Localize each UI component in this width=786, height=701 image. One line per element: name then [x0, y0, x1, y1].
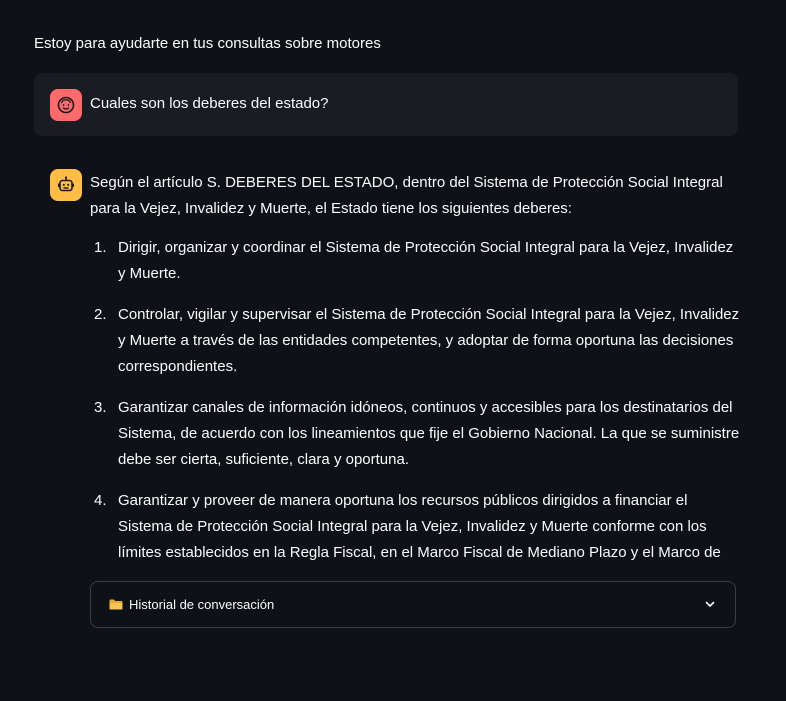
list-item-number: 1. [94, 239, 107, 256]
folder-icon [109, 599, 123, 610]
conversation-history-expander[interactable]: Historial de conversación [90, 581, 736, 628]
list-item: 4. Garantizar y proveer de manera oportu… [90, 488, 740, 566]
face-icon [50, 89, 82, 121]
list-item: 2. Controlar, vigilar y supervisar el Si… [90, 302, 740, 380]
list-item: 3. Garantizar canales de información idó… [90, 395, 740, 473]
expander-label: Historial de conversación [129, 597, 275, 612]
list-item-number: 3. [94, 399, 107, 416]
list-item-text: Dirigir, organizar y coordinar el Sistem… [118, 239, 734, 282]
bot-message-viewport[interactable]: Según el artículo S. DEBERES DEL ESTADO,… [0, 163, 786, 571]
list-item-text: Garantizar canales de información idóneo… [118, 399, 740, 468]
intro-text: Estoy para ayudarte en tus consultas sob… [34, 35, 381, 52]
duties-list: 1. Dirigir, organizar y coordinar el Sis… [90, 235, 740, 571]
list-item-text: Controlar, vigilar y supervisar el Siste… [118, 306, 740, 375]
list-item-number: 2. [94, 306, 107, 323]
chevron-down-icon[interactable] [703, 597, 717, 611]
list-item: 1. Dirigir, organizar y coordinar el Sis… [90, 235, 740, 287]
list-item-number: 4. [94, 492, 107, 509]
list-item-text: Garantizar y proveer de manera oportuna … [118, 492, 721, 561]
bot-message-intro: Según el artículo S. DEBERES DEL ESTADO,… [90, 174, 723, 217]
user-message: Cuales son los deberes del estado? [34, 73, 738, 136]
user-message-text: Cuales son los deberes del estado? [90, 95, 329, 112]
